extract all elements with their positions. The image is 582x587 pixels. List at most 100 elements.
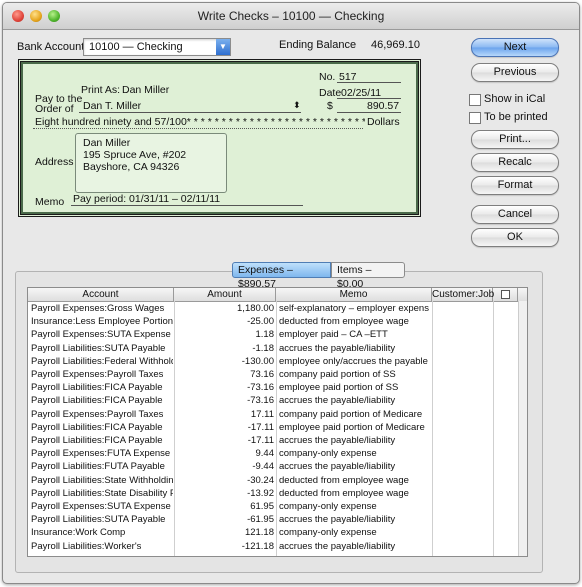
table-row[interactable]: Payroll Liabilities:FICA Payable -73.16 ac…	[28, 394, 527, 407]
account-cell[interactable]: Payroll Liabilities:FICA Payable	[31, 381, 173, 394]
memo-cell[interactable]: accrues the payable/liability	[279, 394, 429, 407]
table-row[interactable]: Payroll Liabilities:FICA Payable -73.16 em…	[28, 381, 527, 394]
amount-cell[interactable]: -13.92	[176, 487, 274, 500]
memo-cell[interactable]: accrues the payable/liability	[279, 513, 429, 526]
memo-cell[interactable]: self-explanatory – employer expense	[279, 302, 429, 315]
amount-cell[interactable]: 1,180.00	[176, 302, 274, 315]
amount-cell[interactable]: -9.44	[176, 460, 274, 473]
table-scrollbar[interactable]	[518, 301, 527, 556]
chevron-down-icon[interactable]: ▼	[216, 39, 230, 55]
table-row[interactable]: Insurance:Work Comp 121.18 company-only ex…	[28, 526, 527, 539]
ok-button[interactable]: OK	[471, 228, 559, 247]
column-header-memo[interactable]: Memo	[276, 288, 432, 301]
account-cell[interactable]: Payroll Liabilities:Federal Withholding	[31, 355, 173, 368]
amount-cell[interactable]: 121.18	[176, 526, 274, 539]
amount-cell[interactable]: -17.11	[176, 421, 274, 434]
amount-cell[interactable]: -73.16	[176, 394, 274, 407]
table-row[interactable]: Insurance:Less Employee Portion – -25.00 d…	[28, 315, 527, 328]
memo-cell[interactable]: employee paid portion of SS	[279, 381, 429, 394]
table-row[interactable]: Payroll Expenses:FUTA Expense 9.44 company…	[28, 447, 527, 460]
amount-cell[interactable]: -61.95	[176, 513, 274, 526]
amount-cell[interactable]: -25.00	[176, 315, 274, 328]
column-header-account[interactable]: Account	[28, 288, 174, 301]
amount-field[interactable]: 890.57	[367, 100, 399, 112]
column-header-customer-job[interactable]: Customer:Job	[432, 288, 494, 301]
previous-button[interactable]: Previous	[471, 63, 559, 82]
account-cell[interactable]: Payroll Expenses:FUTA Expense	[31, 447, 173, 460]
column-header-amount[interactable]: Amount	[174, 288, 276, 301]
account-cell[interactable]: Payroll Liabilities:FICA Payable	[31, 394, 173, 407]
account-cell[interactable]: Payroll Expenses:Payroll Taxes	[31, 408, 173, 421]
table-row[interactable]: Payroll Liabilities:FICA Payable -17.11 em…	[28, 421, 527, 434]
memo-cell[interactable]: accrues the payable/liability	[279, 540, 429, 553]
memo-cell[interactable]: deducted from employee wage	[279, 474, 429, 487]
amount-cell[interactable]: 9.44	[176, 447, 275, 460]
column-header-billable[interactable]	[493, 288, 518, 301]
account-cell[interactable]: Payroll Liabilities:SUTA Payable	[31, 342, 173, 355]
account-cell[interactable]: Payroll Liabilities:State Withholding	[31, 474, 173, 487]
to-be-printed-checkbox[interactable]	[469, 112, 481, 124]
memo-cell[interactable]: accrues the payable/liability	[279, 434, 429, 447]
table-row[interactable]: Payroll Expenses:Gross Wages 1,180.00 self…	[28, 302, 527, 315]
account-cell[interactable]: Payroll Expenses:Payroll Taxes	[31, 368, 173, 381]
table-row[interactable]: Payroll Liabilities:FICA Payable -17.11 ac…	[28, 434, 527, 447]
memo-cell[interactable]: employee paid portion of Medicare	[279, 421, 429, 434]
account-cell[interactable]: Payroll Expenses:SUTA Expense	[31, 328, 173, 341]
table-row[interactable]: Payroll Liabilities:Worker's -121.18 accru…	[28, 540, 527, 553]
amount-cell[interactable]: 17.11	[176, 408, 274, 421]
title-bar[interactable]: Write Checks – 10100 — Checking	[3, 3, 579, 30]
memo-cell[interactable]: deducted from employee wage	[279, 315, 429, 328]
amount-cell[interactable]: 61.95	[176, 500, 274, 513]
account-cell[interactable]: Payroll Liabilities:FUTA Payable	[31, 460, 173, 473]
cancel-button[interactable]: Cancel	[471, 205, 559, 224]
table-row[interactable]: Payroll Expenses:SUTA Expense 61.95 compan…	[28, 500, 527, 513]
memo-cell[interactable]: accrues the payable/liability	[279, 460, 429, 473]
table-row[interactable]: Payroll Liabilities:SUTA Payable -1.18 acc…	[28, 342, 527, 355]
account-cell[interactable]: Payroll Liabilities:State Disability Pay…	[31, 487, 173, 500]
account-cell[interactable]: Insurance:Less Employee Portion –	[31, 315, 173, 328]
table-row[interactable]: Payroll Liabilities:SUTA Payable -61.95 ac…	[28, 513, 527, 526]
account-cell[interactable]: Payroll Expenses:Gross Wages	[31, 302, 173, 315]
table-row[interactable]: Payroll Expenses:Payroll Taxes 73.16 compa…	[28, 368, 527, 381]
memo-cell[interactable]: company-only expense	[279, 526, 429, 539]
table-row[interactable]: Payroll Expenses:SUTA Expense 1.18 employe…	[28, 328, 527, 341]
payee-stepper-icon[interactable]: ⬍	[293, 100, 301, 111]
memo-cell[interactable]: company paid portion of SS	[279, 368, 429, 381]
recalc-button[interactable]: Recalc	[471, 153, 559, 172]
amount-cell[interactable]: -73.16	[176, 381, 274, 394]
amount-cell[interactable]: 1.18	[176, 328, 275, 341]
amount-cell[interactable]: 73.16	[176, 368, 274, 381]
account-cell[interactable]: Payroll Liabilities:SUTA Payable	[31, 513, 173, 526]
account-cell[interactable]: Payroll Expenses:SUTA Expense	[31, 500, 173, 513]
amount-cell[interactable]: -1.18	[176, 342, 274, 355]
tab-items[interactable]: Items – $0.00	[331, 262, 405, 290]
memo-cell[interactable]: company paid portion of Medicare	[279, 408, 429, 421]
table-row[interactable]: Payroll Liabilities:State Disability Pay…	[28, 487, 527, 500]
account-cell[interactable]: Payroll Liabilities:FICA Payable	[31, 421, 173, 434]
tab-expenses[interactable]: Expenses – $890.57	[232, 262, 331, 290]
format-button[interactable]: Format	[471, 176, 559, 195]
amount-cell[interactable]: -17.11	[176, 434, 274, 447]
table-row[interactable]: Payroll Liabilities:State Withholding -30…	[28, 474, 527, 487]
next-button[interactable]: Next	[471, 38, 559, 57]
memo-cell[interactable]: deducted from employee wage	[279, 487, 429, 500]
memo-field[interactable]: Pay period: 01/31/11 – 02/11/11	[73, 193, 220, 205]
memo-cell[interactable]: company-only expense	[279, 447, 429, 460]
account-cell[interactable]: Payroll Liabilities:FICA Payable	[31, 434, 173, 447]
amount-cell[interactable]: -30.24	[176, 474, 274, 487]
memo-cell[interactable]: employer paid – CA –ETT	[279, 328, 429, 341]
bank-account-select[interactable]: 10100 — Checking ▼	[83, 38, 231, 56]
table-row[interactable]: Payroll Liabilities:FUTA Payable -9.44 acc…	[28, 460, 527, 473]
amount-cell[interactable]: -121.18	[176, 540, 274, 553]
account-cell[interactable]: Payroll Liabilities:Worker's	[31, 540, 173, 553]
memo-cell[interactable]: employee only/accrues the payable	[279, 355, 429, 368]
table-row[interactable]: Payroll Expenses:Payroll Taxes 17.11 compa…	[28, 408, 527, 421]
memo-cell[interactable]: accrues the payable/liability	[279, 342, 429, 355]
address-field[interactable]: Dan Miller 195 Spruce Ave, #202 Bayshore…	[75, 133, 227, 193]
table-row[interactable]: Payroll Liabilities:Federal Withholding-…	[28, 355, 527, 368]
memo-cell[interactable]: company-only expense	[279, 500, 429, 513]
show-in-ical-checkbox[interactable]	[469, 94, 481, 106]
account-cell[interactable]: Insurance:Work Comp	[31, 526, 173, 539]
payee-field[interactable]: Dan T. Miller	[83, 100, 141, 112]
amount-cell[interactable]: -130.00	[176, 355, 274, 368]
